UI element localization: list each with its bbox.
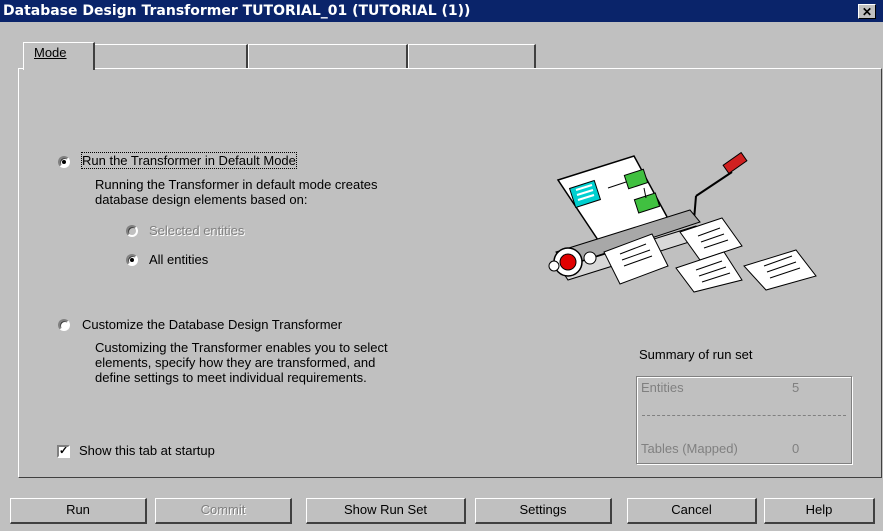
- close-icon: ✕: [861, 5, 873, 19]
- settings-button[interactable]: Settings: [475, 498, 612, 524]
- close-button[interactable]: ✕: [858, 4, 876, 19]
- default-mode-radio[interactable]: [58, 156, 70, 168]
- summary-divider: [642, 415, 846, 416]
- tab-4[interactable]: [408, 44, 536, 68]
- show-at-startup-label[interactable]: Show this tab at startup: [79, 443, 215, 458]
- summary-tables-label: Tables (Mapped): [641, 441, 738, 456]
- run-button[interactable]: Run: [10, 498, 147, 524]
- show-at-startup-checkbox[interactable]: ✓: [57, 445, 70, 458]
- all-entities-radio[interactable]: [126, 254, 138, 266]
- summary-entities-value: 5: [792, 380, 800, 395]
- customize-radio[interactable]: [58, 319, 70, 331]
- help-button[interactable]: Help: [764, 498, 875, 524]
- summary-title: Summary of run set: [639, 347, 753, 362]
- tab-3[interactable]: [248, 44, 408, 68]
- tab-mode-label: Mode: [34, 45, 67, 60]
- selected-entities-label: Selected entities: [149, 223, 245, 238]
- customize-description-line-1: Customizing the Transformer enables you …: [95, 340, 388, 355]
- customize-label[interactable]: Customize the Database Design Transforme…: [82, 317, 342, 332]
- tab-2[interactable]: [93, 44, 248, 68]
- summary-entities-label: Entities: [641, 380, 684, 395]
- cancel-button[interactable]: Cancel: [627, 498, 757, 524]
- summary-tables-value: 0: [792, 441, 800, 456]
- commit-button[interactable]: Commit: [155, 498, 292, 524]
- customize-description-line-2: elements, specify how they are transform…: [95, 355, 376, 370]
- window-title: Database Design Transformer TUTORIAL_01 …: [3, 3, 471, 19]
- window-title-bar: Database Design Transformer TUTORIAL_01 …: [0, 0, 883, 22]
- tab-mode[interactable]: Mode: [23, 42, 95, 70]
- default-mode-description-line-1: Running the Transformer in default mode …: [95, 177, 378, 192]
- selected-entities-radio[interactable]: [126, 225, 138, 237]
- default-mode-label[interactable]: Run the Transformer in Default Mode: [81, 152, 297, 169]
- show-run-set-button[interactable]: Show Run Set: [306, 498, 466, 524]
- default-mode-description-line-2: database design elements based on:: [95, 192, 308, 207]
- all-entities-label[interactable]: All entities: [149, 252, 208, 267]
- transformer-illustration: [548, 151, 817, 293]
- customize-description-line-3: define settings to meet individual requi…: [95, 370, 367, 385]
